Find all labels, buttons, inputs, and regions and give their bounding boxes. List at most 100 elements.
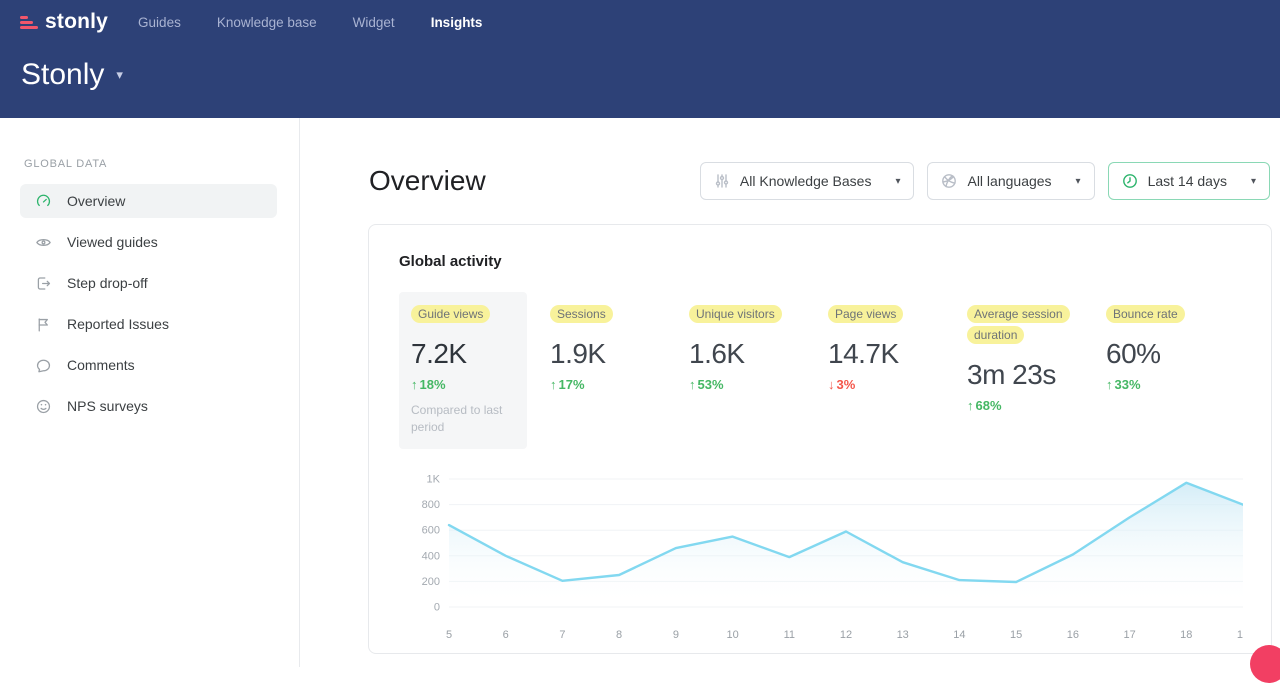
svg-text:200: 200 — [422, 576, 440, 588]
svg-text:6: 6 — [503, 629, 509, 641]
metric-delta: ↓3% — [828, 377, 945, 392]
svg-text:18: 18 — [1180, 629, 1192, 641]
trend-arrow-icon: ↓ — [828, 377, 835, 392]
sidebar-item-label: Step drop-off — [67, 275, 148, 291]
metric-value: 1.9K — [550, 338, 667, 370]
trend-arrow-icon: ↑ — [967, 398, 974, 413]
clock-icon — [1122, 173, 1138, 189]
stonly-logo-icon — [20, 16, 38, 29]
nav-link-guides[interactable]: Guides — [138, 15, 181, 30]
svg-text:16: 16 — [1067, 629, 1079, 641]
sidebar: GLOBAL DATA Overview Viewed guides Step … — [0, 118, 300, 667]
global-activity-card: Global activity Guide views 7.2K ↑18% Co… — [368, 224, 1272, 654]
comment-icon — [35, 357, 52, 374]
svg-text:15: 15 — [1010, 629, 1022, 641]
sidebar-item-reported-issues[interactable]: Reported Issues — [20, 307, 277, 341]
metric-value: 1.6K — [689, 338, 806, 370]
metric-value: 14.7K — [828, 338, 945, 370]
metric-avg-session-duration[interactable]: Average session duration 3m 23s ↑68% — [955, 292, 1094, 425]
date-range-filter-value: Last 14 days — [1148, 173, 1227, 189]
languages-filter[interactable]: All languages ▾ — [927, 162, 1094, 200]
knowledge-bases-filter-value: All Knowledge Bases — [740, 173, 872, 189]
metric-delta: ↑68% — [967, 398, 1084, 413]
filters-row: All Knowledge Bases ▾ All languages ▾ La… — [700, 162, 1270, 200]
smiley-icon — [35, 398, 52, 415]
svg-text:17: 17 — [1123, 629, 1135, 641]
svg-text:19: 19 — [1237, 629, 1243, 641]
metric-sessions[interactable]: Sessions 1.9K ↑17% — [538, 292, 677, 404]
svg-text:600: 600 — [422, 524, 440, 536]
sidebar-item-label: Overview — [67, 193, 125, 209]
metric-bounce-rate[interactable]: Bounce rate 60% ↑33% — [1094, 292, 1233, 404]
page-title: Overview — [369, 165, 700, 197]
nav-link-widget[interactable]: Widget — [353, 15, 395, 30]
svg-text:10: 10 — [726, 629, 738, 641]
svg-text:400: 400 — [422, 550, 440, 562]
metric-unique-visitors[interactable]: Unique visitors 1.6K ↑53% — [677, 292, 816, 404]
main-content: Overview All Knowledge Bases ▾ All langu… — [301, 118, 1280, 667]
stonly-logo-text: stonly — [45, 10, 108, 34]
sidebar-item-label: Comments — [67, 357, 135, 373]
sidebar-item-viewed-guides[interactable]: Viewed guides — [20, 225, 277, 259]
sidebar-item-step-drop-off[interactable]: Step drop-off — [20, 266, 277, 300]
eye-icon — [35, 234, 52, 251]
flag-icon — [35, 316, 52, 333]
metric-delta: ↑33% — [1106, 377, 1223, 392]
chat-launcher-button[interactable] — [1250, 645, 1280, 683]
metric-page-views[interactable]: Page views 14.7K ↓3% — [816, 292, 955, 404]
chevron-down-icon: ▾ — [1251, 176, 1256, 187]
globe-icon — [941, 173, 957, 189]
metric-value: 60% — [1106, 338, 1223, 370]
languages-filter-value: All languages — [967, 173, 1051, 189]
sidebar-item-overview[interactable]: Overview — [20, 184, 277, 218]
metric-label: Average session duration — [967, 305, 1070, 344]
trend-arrow-icon: ↑ — [550, 377, 557, 392]
svg-text:7: 7 — [559, 629, 565, 641]
metric-label: Page views — [828, 305, 903, 323]
trend-arrow-icon: ↑ — [689, 377, 696, 392]
knowledge-bases-filter[interactable]: All Knowledge Bases ▾ — [700, 162, 915, 200]
sidebar-item-label: Reported Issues — [67, 316, 169, 332]
main-nav: stonly Guides Knowledge base Widget Insi… — [0, 0, 1280, 40]
metrics-row: Guide views 7.2K ↑18% Compared to last p… — [399, 292, 1241, 449]
metric-delta: ↑17% — [550, 377, 667, 392]
svg-text:8: 8 — [616, 629, 622, 641]
workspace-title[interactable]: Stonly — [21, 58, 104, 92]
metric-value: 7.2K — [411, 338, 517, 370]
metric-note: Compared to last period — [411, 402, 517, 437]
chevron-down-icon: ▾ — [1076, 176, 1081, 187]
metric-label: Guide views — [411, 305, 490, 323]
metric-delta: ↑18% — [411, 377, 517, 392]
stonly-logo[interactable]: stonly — [20, 10, 108, 34]
sidebar-item-nps-surveys[interactable]: NPS surveys — [20, 389, 277, 423]
nav-links: Guides Knowledge base Widget Insights — [138, 15, 482, 30]
svg-text:1K: 1K — [427, 473, 441, 485]
metric-delta: ↑53% — [689, 377, 806, 392]
chevron-down-icon: ▾ — [895, 176, 900, 187]
workspace-selector[interactable]: Stonly ▾ — [0, 40, 1280, 92]
svg-text:9: 9 — [673, 629, 679, 641]
top-header: stonly Guides Knowledge base Widget Insi… — [0, 0, 1280, 118]
sidebar-item-label: Viewed guides — [67, 234, 158, 250]
nav-link-insights[interactable]: Insights — [431, 15, 483, 30]
svg-text:5: 5 — [446, 629, 452, 641]
gauge-icon — [35, 193, 52, 210]
global-activity-chart[interactable]: 02004006008001K5678910111213141516171819 — [399, 469, 1243, 647]
svg-text:11: 11 — [784, 629, 795, 641]
sliders-icon — [714, 173, 730, 189]
metric-label: Bounce rate — [1106, 305, 1185, 323]
metric-guide-views[interactable]: Guide views 7.2K ↑18% Compared to last p… — [399, 292, 527, 449]
trend-arrow-icon: ↑ — [411, 377, 418, 392]
svg-text:13: 13 — [897, 629, 909, 641]
date-range-filter[interactable]: Last 14 days ▾ — [1108, 162, 1270, 200]
chevron-down-icon[interactable]: ▾ — [116, 67, 123, 83]
card-title: Global activity — [399, 253, 1241, 270]
area-chart[interactable]: 02004006008001K5678910111213141516171819 — [399, 469, 1243, 647]
svg-text:800: 800 — [422, 499, 440, 511]
metric-label: Sessions — [550, 305, 613, 323]
svg-text:12: 12 — [840, 629, 852, 641]
nav-link-knowledge-base[interactable]: Knowledge base — [217, 15, 317, 30]
sidebar-item-label: NPS surveys — [67, 398, 148, 414]
metric-label: Unique visitors — [689, 305, 782, 323]
sidebar-item-comments[interactable]: Comments — [20, 348, 277, 382]
